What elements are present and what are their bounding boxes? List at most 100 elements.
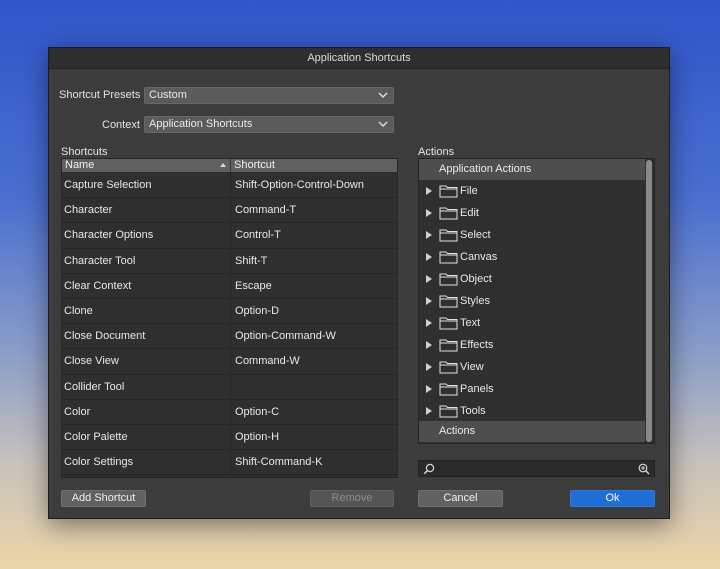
folder-icon [439, 317, 458, 330]
tree-item-label: Tools [460, 405, 486, 417]
shortcut-presets-select[interactable]: Custom [144, 87, 394, 104]
tree-item-label: Canvas [460, 251, 498, 263]
shortcut-keys[interactable]: Option-Command-W [231, 324, 397, 348]
shortcut-keys[interactable]: Option-H [231, 425, 397, 449]
shortcut-keys[interactable]: Control-T [231, 223, 397, 247]
table-row[interactable]: Capture Selection Shift-Option-Control-Do… [62, 173, 397, 199]
folder-icon [439, 185, 458, 198]
disclosure-triangle-icon[interactable] [426, 187, 432, 195]
table-row[interactable]: Character Tool Shift-T [62, 248, 397, 274]
shortcut-keys[interactable]: Option-D [231, 299, 397, 323]
tree-item-label: Select [460, 229, 491, 241]
tree-item-label: File [460, 185, 478, 197]
remove-button[interactable]: Remove [310, 490, 394, 507]
disclosure-triangle-icon[interactable] [426, 253, 432, 261]
shortcut-presets-value: Custom [149, 89, 187, 101]
tree-item-styles[interactable]: Styles [419, 290, 645, 312]
tree-item-tools[interactable]: Tools [419, 400, 645, 422]
disclosure-triangle-icon[interactable] [426, 341, 432, 349]
shortcut-name: Color Settings [62, 450, 231, 475]
shortcut-keys[interactable]: Command-W [231, 349, 397, 373]
cancel-button[interactable]: Cancel [418, 490, 503, 507]
column-header-shortcut[interactable]: Shortcut [231, 159, 397, 172]
shortcut-name: Color Palette [62, 424, 231, 450]
folder-icon [439, 383, 458, 396]
table-row[interactable]: Clear Context Escape [62, 273, 397, 299]
disclosure-triangle-icon[interactable] [426, 363, 432, 371]
tree-item-label: Effects [460, 339, 494, 351]
table-row[interactable]: Collider Tool [62, 374, 397, 400]
ok-button[interactable]: Ok [570, 490, 655, 507]
table-row[interactable]: Character Options Control-T [62, 223, 397, 249]
table-row[interactable]: Color Settings Shift-Command-K [62, 450, 397, 476]
shortcut-keys[interactable]: Escape [231, 274, 397, 298]
sort-ascending-icon [220, 163, 226, 167]
disclosure-triangle-icon[interactable] [426, 319, 432, 327]
search-input[interactable] [439, 461, 629, 476]
shortcuts-section-title: Shortcuts [61, 146, 108, 158]
tree-item-object[interactable]: Object [419, 268, 645, 290]
shortcut-keys[interactable]: Shift-T [231, 249, 397, 273]
column-header-name-label: Name [65, 159, 95, 171]
shortcut-name: Color [62, 399, 231, 424]
tree-item-label: Object [460, 273, 492, 285]
add-shortcut-button[interactable]: Add Shortcut [61, 490, 146, 507]
column-header-shortcut-label: Shortcut [234, 159, 275, 171]
context-value: Application Shortcuts [149, 118, 253, 130]
disclosure-triangle-icon[interactable] [426, 209, 432, 217]
actions-search-field[interactable] [418, 460, 655, 477]
folder-icon [439, 207, 458, 220]
column-header-name[interactable]: Name [62, 159, 231, 172]
chevron-down-icon [378, 92, 388, 98]
disclosure-triangle-icon[interactable] [426, 297, 432, 305]
folder-icon [439, 339, 458, 352]
table-row[interactable]: Clone Option-D [62, 298, 397, 325]
shortcut-keys[interactable]: Command-T [231, 198, 397, 222]
folder-icon [439, 229, 458, 242]
tree-item-select[interactable]: Select [419, 224, 645, 246]
dialog-title: Application Shortcuts [49, 48, 669, 69]
tree-item-label: View [460, 361, 484, 373]
actions-tree: Application Actions File Edit Select Can… [418, 158, 655, 444]
folder-icon [439, 295, 458, 308]
tree-item-panels[interactable]: Panels [419, 378, 645, 400]
shortcut-keys[interactable]: Shift-Option-Control-Down [231, 173, 397, 197]
tree-item-effects[interactable]: Effects [419, 334, 645, 356]
shortcut-name: Character [62, 198, 231, 223]
shortcut-name: Close View [62, 349, 231, 374]
shortcut-name: Collider Tool [62, 374, 231, 399]
tree-item-label: Text [460, 317, 481, 329]
search-icon [423, 463, 435, 475]
actions-group[interactable]: Actions [419, 421, 645, 442]
table-row[interactable]: Character Command-T [62, 198, 397, 224]
scrollbar-thumb[interactable] [646, 160, 652, 442]
shortcut-name: Clone [62, 298, 231, 324]
tree-item-text[interactable]: Text [419, 312, 645, 334]
table-row[interactable]: Close View Command-W [62, 349, 397, 375]
disclosure-triangle-icon[interactable] [426, 231, 432, 239]
disclosure-triangle-icon[interactable] [426, 275, 432, 283]
zoom-in-icon[interactable] [638, 463, 650, 475]
shortcut-keys[interactable]: Shift-Command-K [231, 450, 397, 474]
table-row[interactable]: Close Document Option-Command-W [62, 324, 397, 350]
shortcuts-table: Name Shortcut Capture Selection Shift-Opt… [61, 158, 398, 478]
application-actions-group[interactable]: Application Actions [419, 159, 645, 180]
tree-item-edit[interactable]: Edit [419, 202, 645, 224]
shortcuts-rows: Capture Selection Shift-Option-Control-Do… [62, 173, 397, 476]
disclosure-triangle-icon[interactable] [426, 407, 432, 415]
shortcut-name: Character Options [62, 223, 231, 248]
tree-item-view[interactable]: View [419, 356, 645, 378]
context-label: Context [102, 119, 140, 131]
tree-item-file[interactable]: File [419, 180, 645, 202]
table-row[interactable]: Color Option-C [62, 399, 397, 425]
context-select[interactable]: Application Shortcuts [144, 116, 394, 133]
tree-item-label: Edit [460, 207, 479, 219]
disclosure-triangle-icon[interactable] [426, 385, 432, 393]
tree-item-canvas[interactable]: Canvas [419, 246, 645, 268]
shortcut-keys[interactable] [231, 375, 397, 399]
table-row[interactable]: Color Palette Option-H [62, 424, 397, 451]
shortcut-name: Close Document [62, 324, 231, 349]
actions-scrollbar[interactable] [646, 160, 652, 442]
shortcut-keys[interactable]: Option-C [231, 400, 397, 424]
tree-item-label: Panels [460, 383, 494, 395]
